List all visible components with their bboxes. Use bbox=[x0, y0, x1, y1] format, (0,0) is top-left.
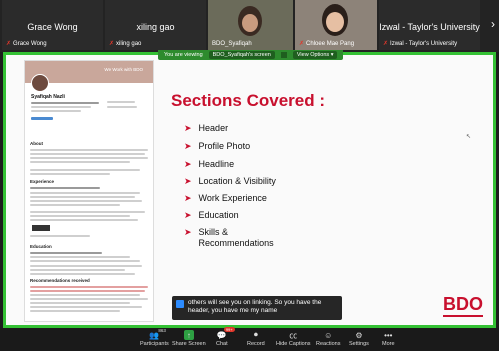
chat-button[interactable]: 💬 99+ Chat bbox=[216, 327, 235, 347]
participants-icon: 👥 863 bbox=[149, 328, 166, 340]
hide-captions-button[interactable]: ㏄ Hide Captions bbox=[276, 330, 311, 348]
slide-bullet: ➤ Work Experience bbox=[184, 193, 267, 203]
video-gallery: Grace Wong ✗ Grace Wong xiling gao ✗ xilin… bbox=[0, 0, 499, 52]
chevron-right-icon[interactable]: › bbox=[491, 17, 495, 31]
experience-label: Experience bbox=[30, 179, 55, 184]
about-label: About bbox=[30, 141, 43, 146]
slide-bullet: ➤ Profile Photo bbox=[184, 141, 251, 151]
gear-icon: ⚙ bbox=[355, 330, 363, 340]
participant-video-tile[interactable]: BDO_Syafiqah bbox=[208, 0, 293, 50]
participant-tile[interactable]: Grace Wong ✗ Grace Wong bbox=[2, 0, 103, 50]
caption-speaker-icon bbox=[176, 300, 184, 308]
more-button[interactable]: ••• More bbox=[382, 330, 395, 348]
participants-button[interactable]: 👥 863 Participants bbox=[140, 328, 169, 347]
profile-name: Syafiqah Nazli bbox=[31, 94, 65, 100]
slide-bullet: ➤ Header bbox=[184, 123, 229, 133]
participant-tile[interactable]: xiling gao ✗ xiling gao bbox=[105, 0, 206, 50]
avatar bbox=[31, 74, 49, 92]
reactions-button[interactable]: ☺ Reactions bbox=[316, 330, 340, 348]
arrow-bullet-icon: ➤ bbox=[184, 159, 192, 169]
participants-count: 863 bbox=[158, 328, 166, 333]
slide-bullet: ➤ Education bbox=[184, 210, 239, 220]
recommendations-label: Recommendations received bbox=[30, 278, 90, 283]
banner-text: We Work with BDO bbox=[104, 67, 143, 72]
participant-name: Izwal - Taylor's University bbox=[390, 40, 458, 47]
participant-name: Chloee Mae Pang bbox=[306, 40, 355, 47]
participant-name: Grace Wong bbox=[13, 40, 47, 47]
participant-name-large: Izwal - Taylor's University bbox=[379, 22, 480, 32]
view-options-button[interactable]: View Options ▾ bbox=[292, 51, 338, 59]
presenter-name: BDO_Syafiqah's screen bbox=[208, 51, 275, 59]
mouse-cursor-icon: ↖ bbox=[466, 134, 472, 140]
shared-screen: We Work with BDO Syafiqah Nazli About Ex… bbox=[3, 52, 496, 328]
arrow-bullet-icon: ➤ bbox=[184, 123, 192, 133]
captions-icon: ㏄ bbox=[289, 330, 298, 340]
presenter-audio-icon bbox=[280, 52, 287, 58]
settings-button[interactable]: ⚙ Settings bbox=[349, 330, 369, 348]
arrow-bullet-icon: ➤ bbox=[184, 141, 192, 151]
participant-tile[interactable]: Izwal - Taylor's University ✗ Izwal - Tay… bbox=[379, 0, 480, 50]
share-screen-button[interactable]: ↑ Share Screen bbox=[172, 330, 206, 347]
share-screen-icon: ↑ bbox=[183, 330, 194, 340]
arrow-bullet-icon: ➤ bbox=[184, 193, 192, 203]
bdo-logo: BDO bbox=[443, 294, 483, 317]
record-icon: ⏺ bbox=[253, 330, 258, 339]
arrow-bullet-icon: ➤ bbox=[184, 210, 192, 220]
slide-title: Sections Covered : bbox=[171, 91, 325, 110]
participant-name-large: Grace Wong bbox=[27, 22, 78, 32]
participant-name: BDO_Syafiqah bbox=[212, 41, 252, 47]
slide-bullet: ➤ Location & Visibility bbox=[184, 176, 276, 186]
education-label: Education bbox=[30, 244, 52, 249]
mic-muted-icon: ✗ bbox=[299, 41, 305, 47]
reactions-icon: ☺ bbox=[324, 330, 333, 340]
chat-badge: 99+ bbox=[223, 327, 235, 332]
participant-name: xiling gao bbox=[116, 40, 142, 47]
zoom-window: Grace Wong ✗ Grace Wong xiling gao ✗ xilin… bbox=[0, 0, 499, 351]
arrow-bullet-icon: ➤ bbox=[184, 176, 192, 186]
presentation-slide: We Work with BDO Syafiqah Nazli About Ex… bbox=[6, 55, 493, 325]
arrow-bullet-icon: ➤ bbox=[184, 227, 192, 237]
participant-name-large: xiling gao bbox=[136, 22, 175, 32]
more-icon: ••• bbox=[384, 330, 393, 340]
meeting-toolbar: 👥 863 Participants ↑ Share Screen 💬 99+ Ch… bbox=[0, 327, 499, 351]
closed-caption: others will see you on linking. So you h… bbox=[172, 296, 342, 320]
slide-bullet: ➤ Headline bbox=[184, 159, 235, 169]
chat-icon: 💬 99+ bbox=[216, 327, 235, 340]
mic-muted-icon: ✗ bbox=[109, 41, 115, 47]
mic-muted-icon: ✗ bbox=[6, 41, 12, 47]
participant-video-tile[interactable]: ✗ Chloee Mae Pang bbox=[295, 0, 377, 50]
banner-prefix: You are viewing bbox=[164, 52, 203, 58]
linkedin-profile-image: We Work with BDO Syafiqah Nazli About Ex… bbox=[24, 60, 154, 322]
mic-muted-icon: ✗ bbox=[383, 41, 389, 47]
screen-share-banner: You are viewing BDO_Syafiqah's screen Vi… bbox=[158, 50, 344, 60]
slide-bullet: ➤ Skills & Recommendations bbox=[184, 227, 274, 248]
record-button[interactable]: ⏺ Record bbox=[247, 330, 265, 347]
